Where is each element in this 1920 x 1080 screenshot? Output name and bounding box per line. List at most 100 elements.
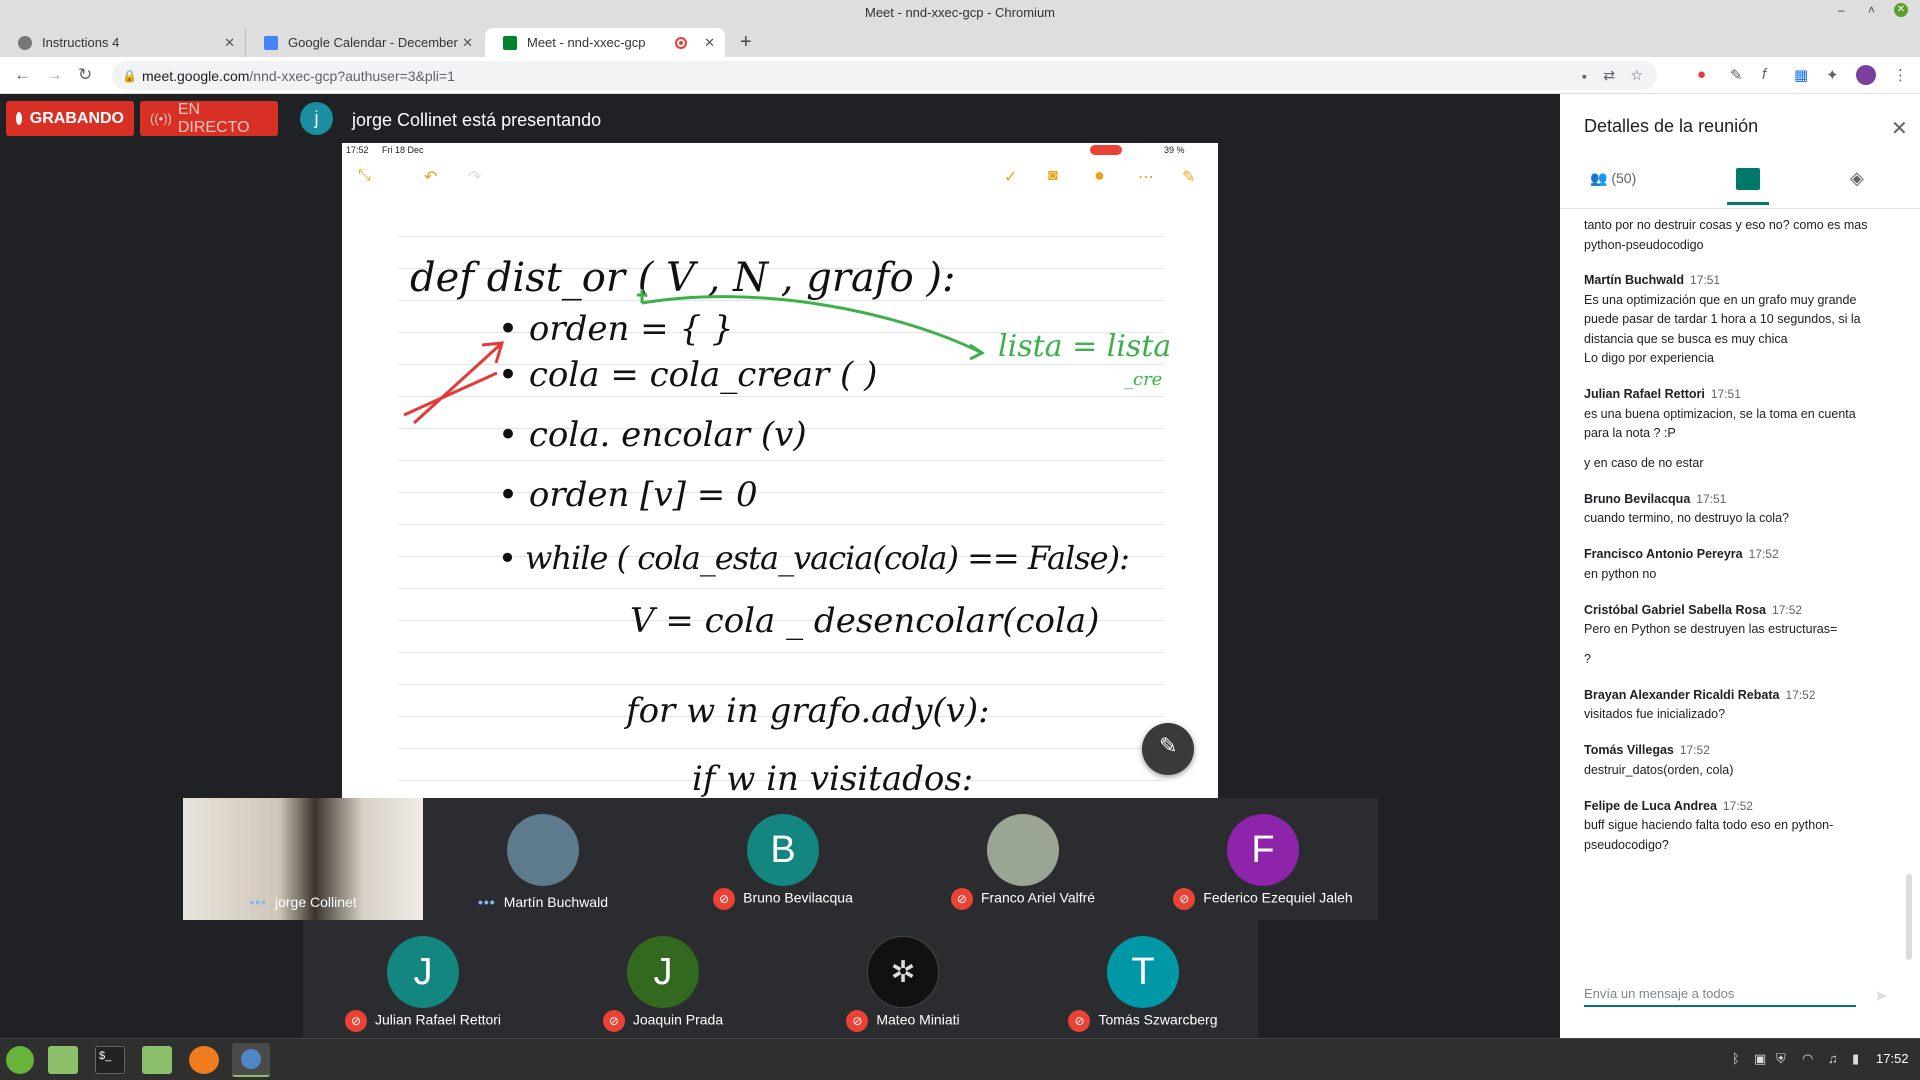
chat-message: tanto por no destruir cosas y eso no? co… (1584, 216, 1894, 255)
close-tab-icon[interactable]: ✕ (224, 35, 235, 51)
extensions-icon[interactable]: ✦ (1826, 66, 1839, 84)
battery-icon[interactable]: ▮ (1852, 1051, 1859, 1067)
tab-calendar[interactable]: Google Calendar - December ✕ (245, 28, 483, 57)
tab-people[interactable]: 👥 (50) (1590, 170, 1636, 187)
participant-tile[interactable]: ✲ ⊘ Mateo Miniati (783, 920, 1023, 1042)
participant-tile[interactable]: T ⊘ Tomás Szwarcberg (1023, 920, 1263, 1042)
files-icon[interactable] (142, 1046, 172, 1074)
lock-icon: 🔒 (122, 68, 137, 83)
bluetooth-icon[interactable]: ᛒ (1732, 1051, 1740, 1066)
pencil-tool-button[interactable]: ✎ (1142, 723, 1194, 775)
participant-tile[interactable]: F ⊘ Federico Ezequiel Jaleh (1143, 798, 1383, 920)
chat-message: Brayan Alexander Ricaldi Rebata 17:52 visi… (1584, 686, 1894, 725)
message-author: Martín Buchwald (1584, 273, 1685, 287)
recording-indicator-icon (675, 36, 687, 49)
chat-message: Cristóbal Gabriel Sabella Rosa 17:52 Pero … (1584, 601, 1894, 670)
mic-off-icon: ⊘ (602, 1010, 625, 1032)
send-icon[interactable]: ➤ (1874, 986, 1887, 1006)
mic-off-icon: ⊘ (950, 888, 973, 910)
people-count: (50) (1611, 170, 1637, 186)
participant-tile[interactable]: J ⊘ Joaquin Prada (543, 920, 783, 1042)
back-icon[interactable]: ← (14, 65, 31, 85)
bookmark-star-icon[interactable]: ☆ (1630, 67, 1643, 84)
participant-avatar (507, 814, 579, 886)
message-time: 17:51 (1710, 387, 1741, 401)
maximize-icon[interactable]: ˄ (1868, 3, 1875, 17)
message-time: 17:51 (1696, 491, 1727, 506)
firefox-icon[interactable] (189, 1046, 219, 1074)
opera-ext-icon[interactable]: ● (1697, 66, 1706, 83)
participant-strip-1: ••• jorge Collinet ••• Martín Buchwald B ⊘… (183, 798, 1378, 920)
close-panel-icon[interactable]: ✕ (1891, 116, 1908, 141)
url-input[interactable]: 🔒 meet.google.com/nnd-xxec-gcp?authuser=… (112, 61, 1657, 90)
chat-icon[interactable] (1736, 168, 1760, 190)
window-title: Meet - nnd-xxec-gcp - Chromium (865, 5, 1055, 20)
chat-scrollbar[interactable] (1906, 874, 1912, 960)
message-header: Cristóbal Gabriel Sabella Rosa 17:52 (1584, 601, 1894, 621)
message-header: Tomás Villegas 17:52 (1584, 741, 1894, 761)
close-tab-icon[interactable]: ✕ (462, 35, 473, 51)
chat-message: Martín Buchwald 17:51 Es una optimización … (1584, 271, 1894, 369)
message-line: ? (1584, 651, 1591, 666)
mint-menu-icon[interactable] (6, 1046, 34, 1074)
chat-list: tanto por no destruir cosas y eso no? co… (1560, 208, 1920, 1058)
meet-icon (503, 35, 517, 50)
participant-avatar: J (627, 936, 699, 1008)
message-line: y en caso de no estar (1584, 455, 1704, 470)
eyedropper-ext-icon[interactable]: ✎ (1730, 66, 1743, 84)
message-author: Francisco Antonio Pereyra (1584, 547, 1743, 561)
close-tab-icon[interactable]: ✕ (704, 35, 715, 51)
chat-message: Francisco Antonio Pereyra 17:52 en python … (1584, 545, 1894, 584)
close-window-icon[interactable]: ✕ (1894, 3, 1908, 17)
chat-input[interactable]: Envía un mensaje a todos (1584, 982, 1856, 1007)
grid-ext-icon[interactable]: ▦ (1794, 66, 1808, 84)
participant-tile[interactable]: ••• jorge Collinet (183, 798, 423, 920)
show-desktop-icon[interactable] (48, 1046, 78, 1074)
presenting-banner: jorge Collinet está presentando (352, 110, 602, 130)
message-time: 17:51 (1690, 273, 1721, 287)
participant-tile[interactable]: ⊘ Franco Ariel Valfré (903, 798, 1143, 920)
live-label: EN DIRECTO (177, 100, 250, 136)
green-annotation-2: _cre (1124, 369, 1163, 390)
participant-tile[interactable]: ••• Martín Buchwald (423, 798, 663, 920)
message-author: Brayan Alexander Ricaldi Rebata (1584, 687, 1780, 702)
new-tab-icon[interactable]: + (740, 31, 752, 54)
broadcast-icon: ((•)) (150, 111, 172, 126)
message-time: 17:52 (1679, 743, 1710, 757)
participant-avatar: F (1227, 814, 1299, 886)
message-line: pseudocodigo? (1584, 837, 1669, 852)
participant-name-text: Martín Buchwald (503, 894, 608, 910)
tab-meet[interactable]: Meet - nnd-xxec-gcp ✕ (485, 28, 725, 57)
minimize-icon[interactable]: – (1838, 3, 1845, 17)
terminal-icon[interactable]: $_ (95, 1046, 125, 1074)
message-time: 17:52 (1785, 687, 1816, 702)
reload-icon[interactable]: ↻ (78, 65, 92, 85)
sound-icon[interactable]: ♫ (1828, 1051, 1838, 1066)
shield-icon[interactable]: ⛨ (1776, 1051, 1786, 1067)
camera-permission-icon[interactable]: ▪ (1582, 68, 1587, 84)
chromium-window-button[interactable] (232, 1043, 270, 1077)
formula-ext-icon[interactable]: f (1762, 66, 1766, 83)
profile-avatar[interactable] (1856, 65, 1876, 85)
chat-message: Tomás Villegas 17:52 destruir_datos(orden,… (1584, 741, 1894, 780)
green-arrowhead (969, 343, 985, 361)
activities-icon[interactable]: ◈ (1850, 168, 1864, 189)
speaking-icon: ••• (249, 894, 267, 910)
mic-off-icon: ⊘ (1173, 888, 1196, 910)
forward-icon[interactable]: → (46, 65, 63, 85)
clipboard-icon[interactable]: ▣ (1754, 1051, 1766, 1067)
participant-name-text: Bruno Bevilacqua (743, 889, 853, 906)
chat-message: Bruno Bevilacqua 17:51 cuando termino, no … (1584, 490, 1894, 529)
active-tab-indicator (1727, 202, 1769, 205)
participant-tile[interactable]: J ⊘ Julian Rafael Rettori (303, 920, 543, 1042)
calendar-icon (264, 35, 278, 50)
annotation-strokes (403, 289, 985, 425)
clock[interactable]: 17:52 (1876, 1051, 1909, 1066)
tab-instructions[interactable]: Instructions 4 ✕ (0, 28, 245, 57)
menu-icon[interactable]: ⋮ (1893, 66, 1908, 84)
globe-icon (18, 35, 32, 50)
translate-icon[interactable]: ⇄ (1603, 67, 1615, 84)
participant-tile[interactable]: B ⊘ Bruno Bevilacqua (663, 798, 903, 920)
wifi-icon[interactable]: ◠ (1802, 1051, 1813, 1067)
record-dot-icon (16, 112, 22, 125)
